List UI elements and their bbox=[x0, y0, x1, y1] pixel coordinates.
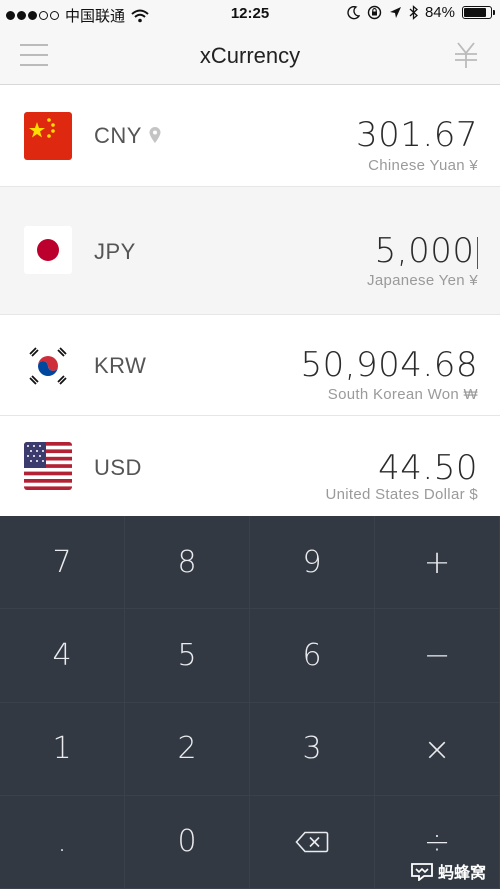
location-pin-icon bbox=[149, 127, 161, 143]
calculator-keypad: 7 8 9 + 4 5 6 − 1 2 3 × . 0 ÷ bbox=[0, 516, 500, 889]
backspace-icon bbox=[295, 831, 329, 853]
currency-name: United States Dollar $ bbox=[325, 486, 478, 503]
key-1[interactable]: 1 bbox=[0, 702, 125, 796]
watermark: 蚂蜂窝 bbox=[410, 859, 486, 883]
battery-percent: 84% bbox=[424, 4, 455, 21]
usa-flag-icon bbox=[24, 442, 72, 490]
key-2[interactable]: 2 bbox=[125, 702, 250, 796]
currency-amount: 50,904.68 bbox=[300, 345, 478, 385]
status-right: 84% bbox=[347, 4, 495, 21]
yen-settings-icon[interactable] bbox=[452, 40, 480, 70]
key-5[interactable]: 5 bbox=[125, 609, 250, 703]
key-minus[interactable]: − bbox=[375, 609, 500, 703]
japan-flag-icon bbox=[24, 226, 72, 274]
mafengwo-logo-icon bbox=[411, 863, 433, 881]
key-decimal[interactable]: . bbox=[0, 795, 125, 889]
currency-name: Chinese Yuan ¥ bbox=[368, 157, 478, 174]
app-title: xCurrency bbox=[199, 43, 301, 68]
location-arrow-icon bbox=[389, 7, 401, 18]
key-9[interactable]: 9 bbox=[250, 516, 375, 610]
currency-code: KRW bbox=[94, 353, 147, 378]
moon-icon bbox=[347, 5, 360, 19]
currency-code: USD bbox=[94, 455, 142, 480]
korea-flag-icon bbox=[24, 342, 72, 390]
key-7[interactable]: 7 bbox=[0, 516, 125, 610]
key-multiply[interactable]: × bbox=[375, 702, 500, 796]
currency-code: JPY bbox=[94, 239, 136, 264]
battery-icon bbox=[462, 6, 495, 19]
china-flag-icon bbox=[24, 112, 72, 160]
key-4[interactable]: 4 bbox=[0, 609, 125, 703]
key-0[interactable]: 0 bbox=[125, 795, 250, 889]
key-plus[interactable]: + bbox=[375, 516, 500, 610]
currency-code: CNY bbox=[94, 123, 142, 148]
watermark-text: 蚂蜂窝 bbox=[437, 865, 486, 882]
currency-name: South Korean Won ₩ bbox=[327, 386, 478, 403]
currency-amount-input[interactable]: 5,000 bbox=[375, 231, 478, 271]
key-3[interactable]: 3 bbox=[250, 702, 375, 796]
key-8[interactable]: 8 bbox=[125, 516, 250, 610]
rotation-lock-icon bbox=[367, 5, 382, 20]
bluetooth-icon bbox=[409, 5, 418, 20]
currency-row-krw[interactable]: KRW 50,904.68 South Korean Won ₩ bbox=[0, 315, 500, 416]
currency-amount: 44.50 bbox=[378, 448, 478, 488]
key-6[interactable]: 6 bbox=[250, 609, 375, 703]
currency-name: Japanese Yen ¥ bbox=[367, 272, 478, 289]
currency-row-usd[interactable]: USD 44.50 United States Dollar $ bbox=[0, 416, 500, 516]
backspace-button[interactable] bbox=[250, 795, 375, 889]
currency-row-cny[interactable]: CNY 301.67 Chinese Yuan ¥ bbox=[0, 85, 500, 187]
navigation-bar: xCurrency bbox=[0, 28, 500, 85]
text-caret bbox=[476, 236, 478, 269]
currency-row-jpy[interactable]: JPY 5,000 Japanese Yen ¥ bbox=[0, 187, 500, 315]
currency-amount: 301.67 bbox=[356, 115, 478, 155]
status-bar: 中国联通 12:25 84% bbox=[0, 0, 500, 28]
